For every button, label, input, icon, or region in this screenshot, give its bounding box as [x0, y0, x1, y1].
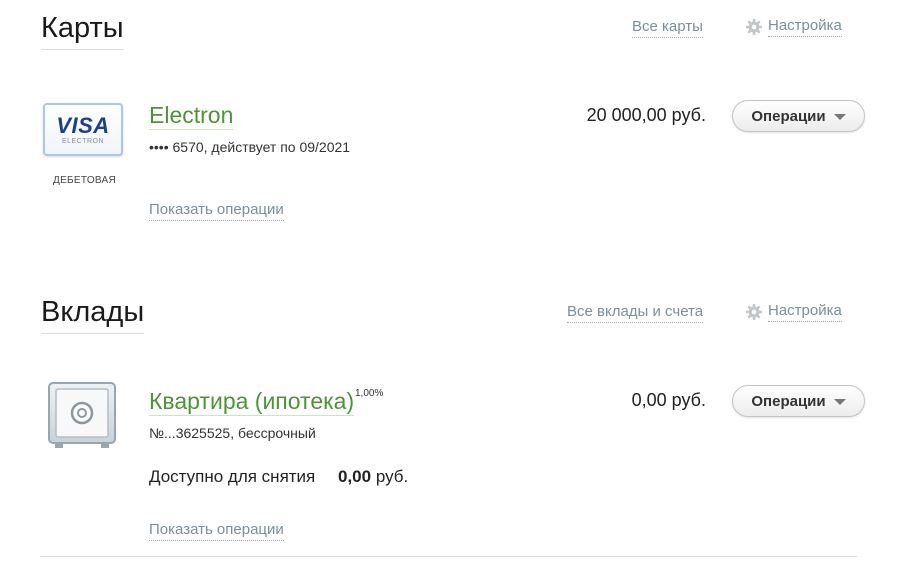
card-details: •••• 6570, действует по 09/2021: [149, 139, 351, 155]
chevron-down-icon: [833, 114, 846, 120]
visa-electron-card-icon: VISA ELECTRON: [43, 103, 123, 156]
available-label: Доступно для снятия: [149, 467, 316, 486]
card-type-label: ДЕБЕТОВАЯ: [53, 175, 117, 186]
card-operations-button[interactable]: Операции: [732, 100, 865, 132]
card-brand: VISA: [56, 113, 110, 138]
divider: [40, 556, 857, 557]
cards-settings-label: Настройка: [768, 17, 842, 37]
available-value: 0,00: [338, 467, 372, 486]
all-deposits-link[interactable]: Все вклады и счета: [567, 303, 704, 323]
deposit-balance: 0,00 руб.: [631, 390, 706, 410]
cards-section-title: Карты: [41, 14, 124, 50]
gear-icon: [745, 19, 763, 36]
deposits-settings-button[interactable]: Настройка: [745, 302, 842, 322]
deposit-details: №...3625525, бессрочный: [149, 425, 316, 441]
card-balance: 20 000,00 руб.: [586, 105, 706, 125]
card-operations-label: Операции: [751, 107, 826, 125]
available-amount: 0,00 руб.: [338, 467, 408, 487]
gear-icon: [745, 304, 763, 321]
card-name-link[interactable]: Electron: [149, 104, 234, 130]
card-brand-sub: ELECTRON: [61, 138, 105, 145]
deposit-name-link[interactable]: Квартира (ипотека): [149, 390, 355, 416]
card-show-operations-link[interactable]: Показать операции: [149, 201, 284, 221]
deposit-operations-button[interactable]: Операции: [732, 385, 865, 417]
deposits-settings-label: Настройка: [768, 302, 842, 322]
safe-icon: [48, 382, 116, 448]
cards-settings-button[interactable]: Настройка: [745, 17, 842, 37]
deposits-section-title: Вклады: [41, 298, 145, 334]
chevron-down-icon: [833, 399, 846, 405]
all-cards-link[interactable]: Все карты: [632, 18, 703, 38]
deposit-rate: 1,00%: [355, 388, 384, 399]
available-currency: руб.: [375, 467, 409, 486]
deposit-show-operations-link[interactable]: Показать операции: [149, 521, 284, 541]
deposit-operations-label: Операции: [751, 392, 826, 410]
